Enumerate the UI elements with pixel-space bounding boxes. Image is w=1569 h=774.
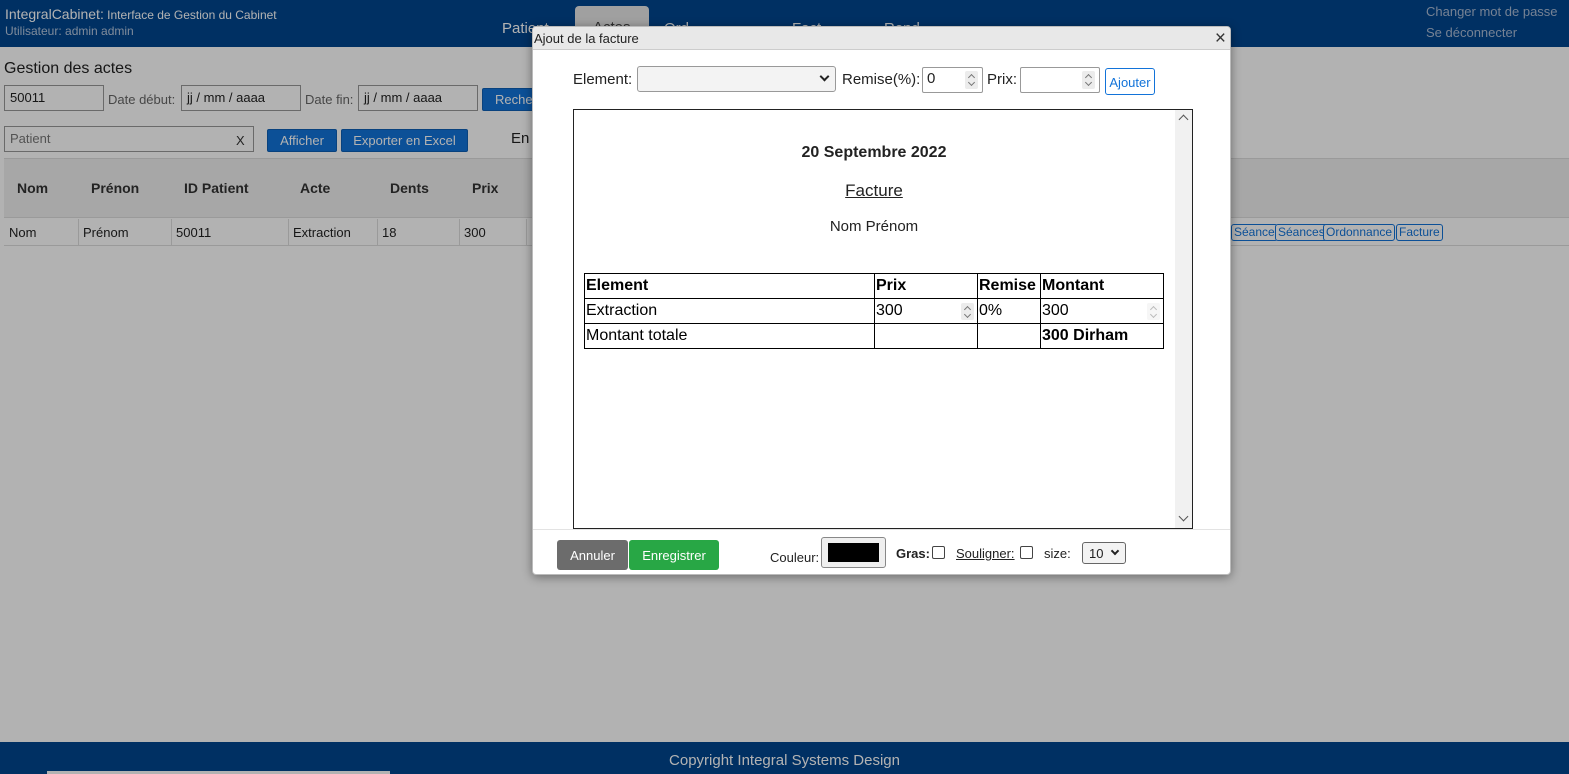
color-picker[interactable] xyxy=(821,537,886,568)
invoice-line-element: Extraction xyxy=(584,298,875,324)
element-select[interactable] xyxy=(637,66,836,92)
invoice-table-header: Element Prix Remise Montant xyxy=(584,273,1164,299)
chevron-down-icon xyxy=(1110,546,1120,556)
invoice-column-header: Remise xyxy=(977,273,1041,299)
editor-scrollbar[interactable] xyxy=(1175,110,1192,528)
spinner-icon[interactable] xyxy=(965,71,978,89)
discount-value: 0 xyxy=(927,70,936,87)
price-label: Prix: xyxy=(987,71,1017,88)
size-label: size: xyxy=(1044,546,1071,561)
invoice-column-header: Prix xyxy=(874,273,978,299)
element-label: Element: xyxy=(573,71,633,88)
close-icon[interactable]: × xyxy=(1215,28,1226,50)
underline-label: Souligner: xyxy=(956,546,1015,561)
invoice-column-header: Element xyxy=(584,273,875,299)
underline-checkbox[interactable] xyxy=(1020,546,1033,559)
font-size-select[interactable]: 10 xyxy=(1082,542,1126,564)
font-size-value: 10 xyxy=(1089,546,1104,561)
invoice-date: 20 Septembre 2022 xyxy=(801,144,947,161)
spinner-icon[interactable] xyxy=(1082,71,1095,89)
invoice-modal: Ajout de la facture × Element: Remise(%)… xyxy=(532,26,1231,575)
color-label: Couleur: xyxy=(770,550,820,565)
save-button[interactable]: Enregistrer xyxy=(629,540,719,570)
modal-header: Ajout de la facture × xyxy=(533,27,1230,50)
invoice-line-amount[interactable]: 300 xyxy=(1040,298,1164,324)
invoice-total-value: 300 Dirham xyxy=(1040,323,1164,349)
chevron-down-icon xyxy=(819,71,830,82)
spinner-icon[interactable] xyxy=(1147,303,1160,320)
invoice-table: Element Prix Remise Montant Extraction 3… xyxy=(584,273,1164,349)
modal-footer: Annuler Enregistrer Couleur: Gras: Souli… xyxy=(533,529,1230,574)
invoice-title: Facture xyxy=(845,181,903,200)
price-input[interactable] xyxy=(1020,67,1100,93)
invoice-column-header: Montant xyxy=(1040,273,1164,299)
modal-title: Ajout de la facture xyxy=(534,31,639,46)
invoice-line-row: Extraction 300 0% 300 xyxy=(584,298,1164,324)
add-line-button[interactable]: Ajouter xyxy=(1105,68,1155,95)
scroll-down-icon[interactable] xyxy=(1178,511,1189,522)
spinner-icon[interactable] xyxy=(961,303,974,320)
invoice-editor[interactable]: 20 Septembre 2022 Facture Nom Prénom Ele… xyxy=(573,109,1193,529)
bold-checkbox[interactable] xyxy=(932,546,945,559)
invoice-empty-cell xyxy=(977,323,1041,349)
invoice-line-amount-value: 300 xyxy=(1042,302,1069,319)
bold-label: Gras: xyxy=(896,546,930,561)
scroll-up-icon[interactable] xyxy=(1178,114,1189,125)
invoice-patient-name: Nom Prénom xyxy=(829,218,919,235)
discount-label: Remise(%): xyxy=(842,71,921,88)
invoice-total-row: Montant totale 300 Dirham xyxy=(584,323,1164,349)
invoice-empty-cell xyxy=(874,323,978,349)
discount-input[interactable]: 0 xyxy=(922,67,983,93)
invoice-total-label: Montant totale xyxy=(584,323,875,349)
invoice-line-price[interactable]: 300 xyxy=(874,298,978,324)
cancel-button[interactable]: Annuler xyxy=(557,540,628,570)
invoice-line-price-value: 300 xyxy=(876,302,903,319)
invoice-line-discount: 0% xyxy=(977,298,1041,324)
color-picker-swatch xyxy=(828,543,879,562)
